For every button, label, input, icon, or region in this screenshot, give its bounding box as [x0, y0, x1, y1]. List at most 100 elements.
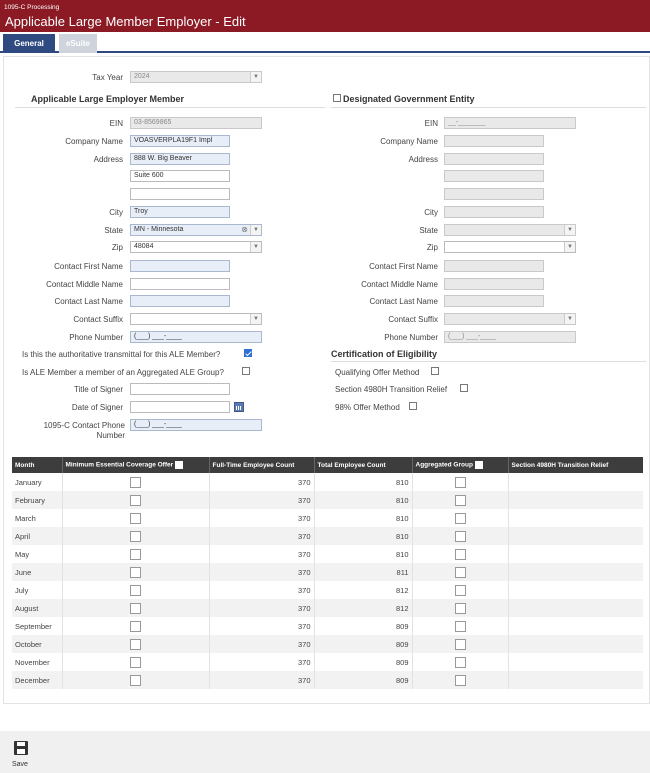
relief-cell[interactable]: [508, 635, 643, 653]
address-line2-field[interactable]: Suite 600: [130, 170, 230, 182]
address-line1-field[interactable]: 888 W. Big Beaver: [130, 153, 230, 165]
mec-checkbox[interactable]: [130, 566, 141, 578]
city-field[interactable]: Troy: [130, 206, 230, 218]
date-of-signer-field[interactable]: [130, 401, 230, 413]
fte-cell: 370: [209, 563, 315, 581]
dge-city-field[interactable]: [444, 206, 544, 218]
agg-checkbox[interactable]: [454, 656, 466, 668]
agg-checkbox[interactable]: [454, 530, 466, 542]
mec-checkbox[interactable]: [130, 494, 141, 506]
agg-checkbox[interactable]: [454, 476, 466, 488]
company-name-field[interactable]: VOASVERPLA19F1 Impl: [130, 135, 230, 147]
zip-select[interactable]: 48084 ▼: [130, 241, 262, 253]
mec-checkbox[interactable]: [130, 674, 141, 686]
dge-checkbox[interactable]: [333, 94, 341, 102]
agg-checkbox[interactable]: [454, 602, 466, 614]
agg-checkbox[interactable]: [454, 512, 466, 524]
contact-first-field[interactable]: [130, 260, 230, 272]
title-of-signer-field[interactable]: [130, 383, 230, 395]
col-fte: Full-Time Employee Count: [209, 457, 315, 473]
agg-cell: [412, 527, 509, 545]
dge-address-line3-field[interactable]: [444, 188, 544, 200]
agg-checkbox[interactable]: [454, 566, 466, 578]
relief-cell[interactable]: [508, 473, 643, 491]
offer-98-checkbox[interactable]: [409, 402, 417, 410]
section-4980h-checkbox[interactable]: [460, 384, 468, 392]
authoritative-checkbox[interactable]: [244, 349, 252, 357]
contact-last-field[interactable]: [130, 295, 230, 307]
agg-checkbox[interactable]: [454, 638, 466, 650]
phone-label: Phone Number: [69, 333, 123, 342]
relief-cell[interactable]: [508, 581, 643, 599]
dge-ein-field[interactable]: __-_______: [444, 117, 576, 129]
total-cell: 809: [314, 635, 413, 653]
mec-checkbox[interactable]: [130, 476, 141, 488]
ein-field[interactable]: 03-8569865: [130, 117, 262, 129]
month-cell: April: [12, 527, 63, 545]
dge-contact-first-field[interactable]: [444, 260, 544, 272]
agg-checkbox[interactable]: [454, 548, 466, 560]
clear-icon[interactable]: ⊗: [241, 225, 248, 235]
dge-contact-suffix-select[interactable]: ▼: [444, 313, 576, 325]
relief-cell[interactable]: [508, 527, 643, 545]
tab-general[interactable]: General: [3, 34, 55, 53]
relief-cell[interactable]: [508, 617, 643, 635]
relief-cell[interactable]: [508, 653, 643, 671]
dge-zip-select[interactable]: ▼: [444, 241, 576, 253]
agg-all-checkbox[interactable]: [474, 461, 483, 469]
mec-cell: [62, 653, 210, 671]
relief-cell[interactable]: [508, 599, 643, 617]
mec-checkbox[interactable]: [130, 512, 141, 524]
dge-address-line2-field[interactable]: [444, 170, 544, 182]
mec-checkbox[interactable]: [130, 638, 141, 650]
relief-cell[interactable]: [508, 545, 643, 563]
agg-cell: [412, 581, 509, 599]
agg-checkbox[interactable]: [454, 674, 466, 686]
chevron-down-icon: ▼: [564, 225, 575, 235]
agg-cell: [412, 473, 509, 491]
agg-cell: [412, 599, 509, 617]
tab-esuite[interactable]: eSuite: [59, 34, 97, 53]
contact-suffix-select[interactable]: ▼: [130, 313, 262, 325]
aggregated-question: Is ALE Member a member of an Aggregated …: [22, 368, 224, 377]
mec-checkbox[interactable]: [130, 530, 141, 542]
qualifying-offer-checkbox[interactable]: [431, 367, 439, 375]
mec-all-checkbox[interactable]: [175, 461, 184, 469]
address-line3-field[interactable]: [130, 188, 230, 200]
mec-checkbox[interactable]: [130, 548, 141, 560]
agg-checkbox[interactable]: [454, 494, 466, 506]
mec-checkbox[interactable]: [130, 656, 141, 668]
agg-checkbox[interactable]: [454, 584, 466, 596]
dge-contact-middle-field[interactable]: [444, 278, 544, 290]
breadcrumb[interactable]: 1095-C Processing: [4, 4, 59, 11]
month-cell: January: [12, 473, 63, 491]
state-select[interactable]: MN - Minnesota ⊗ ▼: [130, 224, 262, 236]
dge-phone-field[interactable]: (___) ___-____: [444, 331, 576, 343]
table-header-row: Month Minimum Essential Coverage Offer F…: [12, 457, 643, 473]
month-cell: August: [12, 599, 63, 617]
contact-middle-field[interactable]: [130, 278, 230, 290]
fte-cell: 370: [209, 599, 315, 617]
relief-cell[interactable]: [508, 491, 643, 509]
mec-checkbox[interactable]: [130, 602, 141, 614]
tax-year-select[interactable]: 2024 ▼: [130, 71, 262, 83]
relief-cell[interactable]: [508, 671, 643, 689]
contact-phone-field[interactable]: (___) ___-____: [130, 419, 262, 431]
dge-company-name-field[interactable]: [444, 135, 544, 147]
relief-cell[interactable]: [508, 563, 643, 581]
save-button[interactable]: Save: [12, 741, 34, 771]
month-cell: July: [12, 581, 63, 599]
relief-cell[interactable]: [508, 509, 643, 527]
aggregated-checkbox[interactable]: [242, 367, 250, 375]
mec-cell: [62, 509, 210, 527]
mec-checkbox[interactable]: [130, 620, 141, 632]
city-label: City: [109, 208, 123, 217]
calendar-icon[interactable]: [234, 402, 244, 412]
phone-field[interactable]: (___) ___-____: [130, 331, 262, 343]
dge-address-line1-field[interactable]: [444, 153, 544, 165]
mec-checkbox[interactable]: [130, 584, 141, 596]
dge-state-select[interactable]: ▼: [444, 224, 576, 236]
agg-checkbox[interactable]: [454, 620, 466, 632]
dge-contact-last-field[interactable]: [444, 295, 544, 307]
mec-cell: [62, 563, 210, 581]
